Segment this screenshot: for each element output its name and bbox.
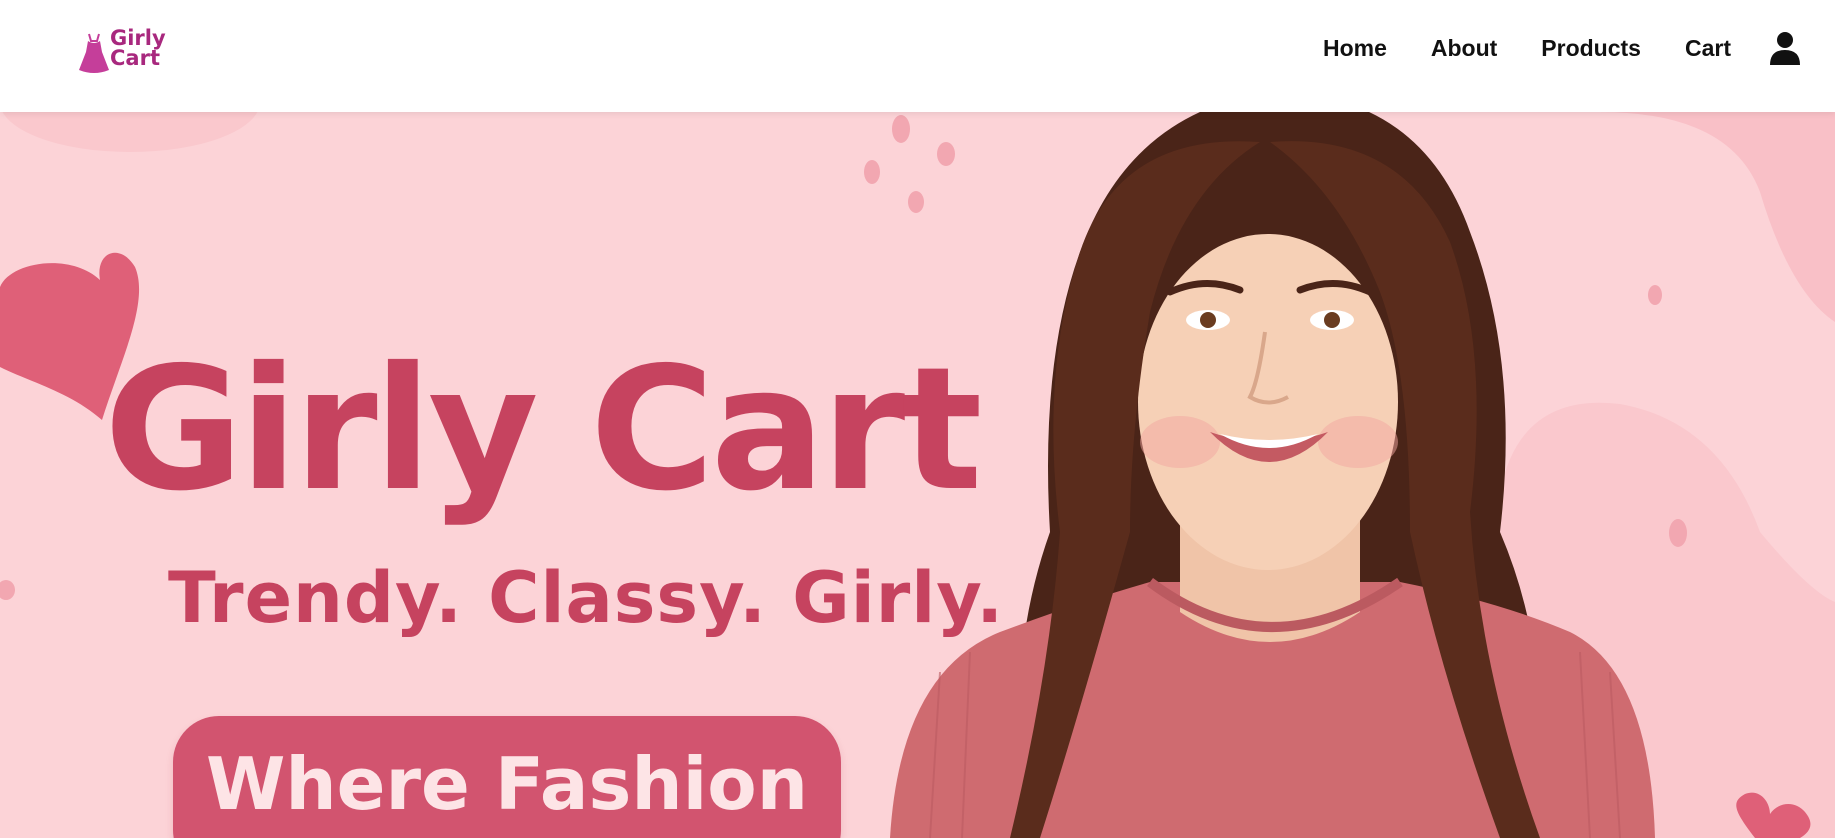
logo-text: Girly Cart [110,26,166,70]
hero-title: Girly Cart [104,331,983,529]
hero-badge-text: Where Fashion [206,742,808,826]
nav-home[interactable]: Home [1323,33,1387,63]
user-icon[interactable] [1769,31,1801,65]
hero-banner: Girly Cart Trendy. Classy. Girly. Where … [0,112,1835,838]
hero-model-photo [890,112,1655,838]
nav-products[interactable]: Products [1541,33,1641,63]
site-header: Girly Cart Home About Products Cart [0,0,1835,112]
logo-line2: Cart [110,46,160,70]
logo[interactable]: Girly Cart [78,28,168,74]
nav-about[interactable]: About [1431,33,1497,63]
logo-line1: Girly [110,26,166,50]
nav-cart[interactable]: Cart [1685,33,1731,63]
hero-tagline: Trendy. Classy. Girly. [168,557,1005,639]
dress-icon [79,33,109,73]
hero-badge[interactable]: Where Fashion [173,716,841,838]
main-nav: Home About Products Cart [1279,33,1731,63]
